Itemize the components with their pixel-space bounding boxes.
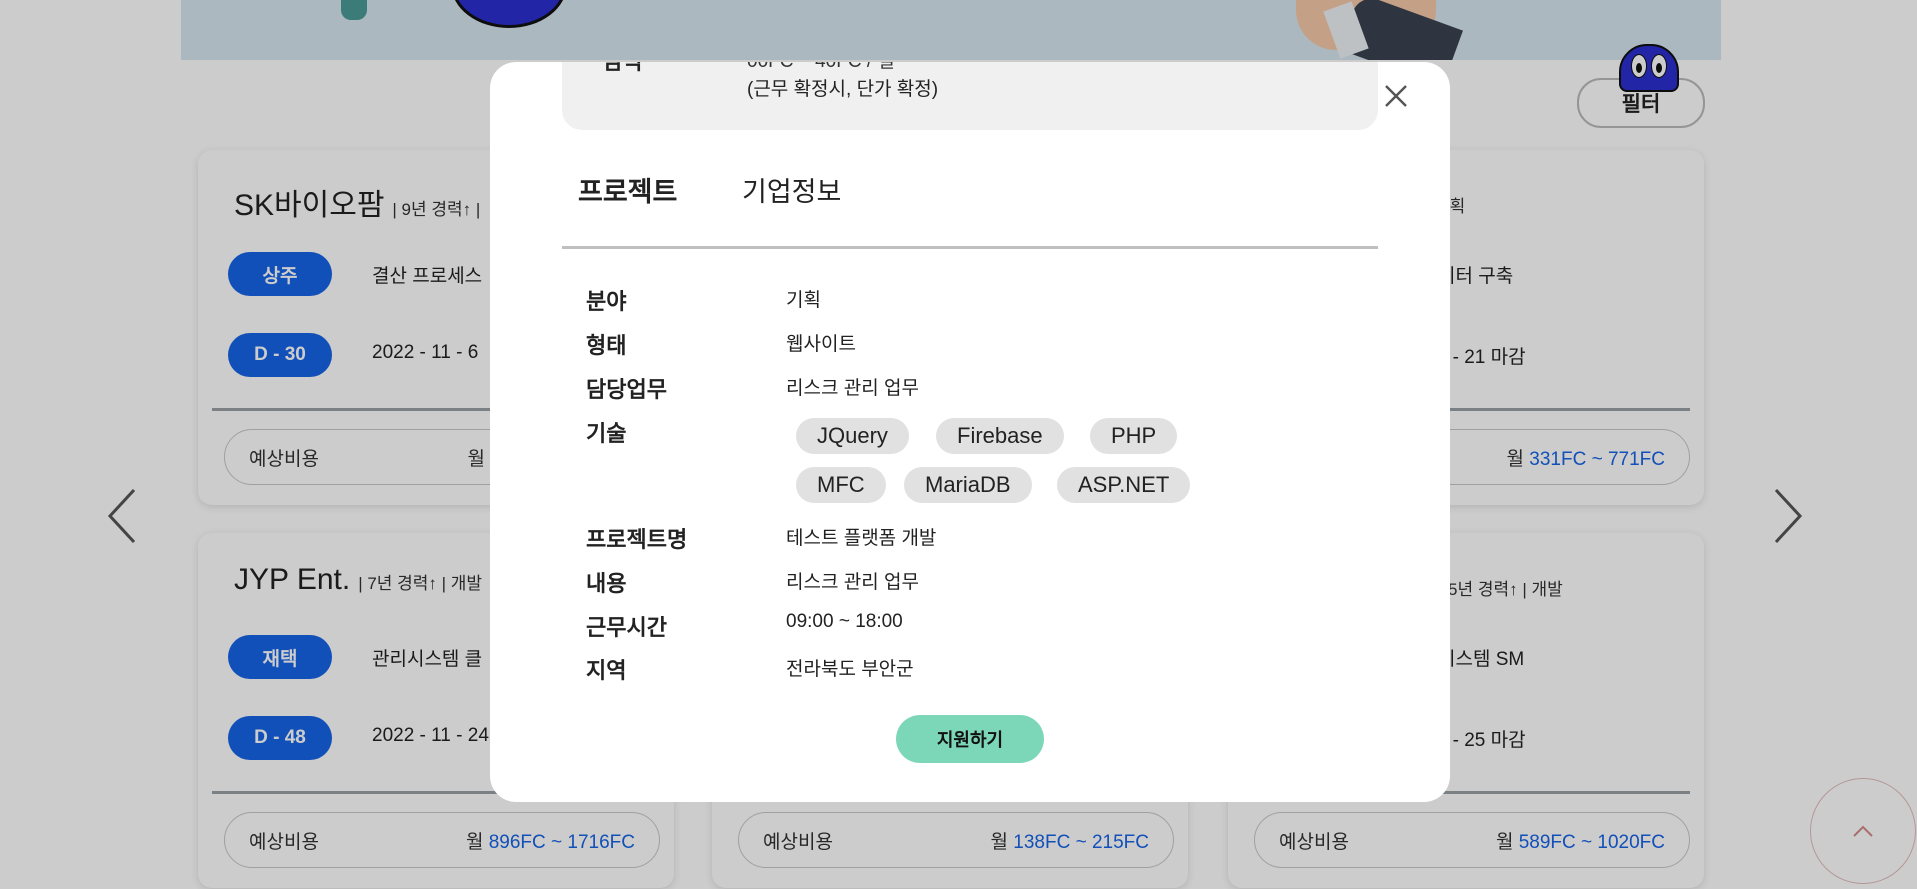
close-icon[interactable] xyxy=(1378,78,1414,114)
tab-project[interactable]: 프로젝트 xyxy=(578,170,677,209)
skills-label: 기술 xyxy=(586,421,627,446)
pay-summary-box: 임픽 00FC ~ 40FC / 일 (근무 확정시, 단가 확정) xyxy=(562,62,1378,130)
type-value: 웹사이트 xyxy=(786,334,856,355)
region-value: 전라북도 부안군 xyxy=(786,659,914,680)
skill-tag: MariaDB xyxy=(904,467,1032,503)
summary-label: 임픽 xyxy=(602,62,642,76)
tab-company-info[interactable]: 기업정보 xyxy=(742,170,841,209)
close-svg xyxy=(1385,85,1407,107)
skill-tag: MFC xyxy=(796,467,886,503)
work-hours-value: 09:00 ~ 18:00 xyxy=(786,611,903,632)
project-detail-modal: 임픽 00FC ~ 40FC / 일 (근무 확정시, 단가 확정) 프로젝트 … xyxy=(490,62,1450,802)
region-label: 지역 xyxy=(586,658,627,683)
skill-tag: Firebase xyxy=(936,418,1064,454)
apply-button[interactable]: 지원하기 xyxy=(896,715,1044,763)
work-hours-label: 근무시간 xyxy=(586,615,667,640)
tab-divider xyxy=(562,246,1378,249)
duty-label: 담당업무 xyxy=(586,377,667,402)
content-value: 리스크 관리 업무 xyxy=(786,572,919,593)
project-name-label: 프로젝트명 xyxy=(586,527,688,552)
field-label: 분야 xyxy=(586,289,627,314)
summary-note: (근무 확정시, 단가 확정) xyxy=(747,79,939,100)
type-label: 형태 xyxy=(586,333,627,358)
skill-tag: PHP xyxy=(1090,418,1178,454)
content-label: 내용 xyxy=(586,571,627,596)
field-value: 기획 xyxy=(786,290,821,311)
project-name-value: 테스트 플랫폼 개발 xyxy=(786,528,937,549)
duty-value: 리스크 관리 업무 xyxy=(786,378,919,399)
skill-tag: ASP.NET xyxy=(1057,467,1191,503)
summary-rate: 00FC ~ 40FC / 일 xyxy=(747,62,895,73)
skill-tag: JQuery xyxy=(796,418,909,454)
